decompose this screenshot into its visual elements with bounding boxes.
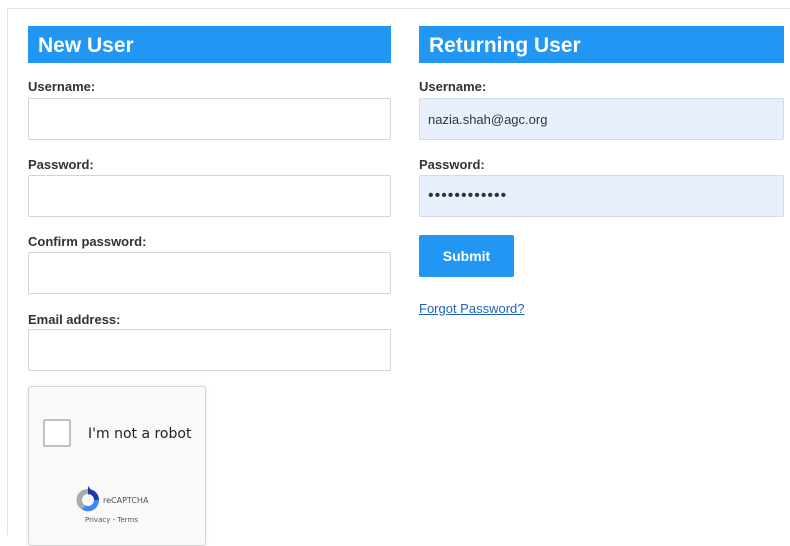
captcha-separator: -	[112, 516, 116, 524]
captcha-label: I'm not a robot	[88, 426, 192, 442]
confirm-password-input[interactable]	[28, 252, 391, 294]
new-username-label: Username:	[28, 79, 96, 94]
returning-user-header: Returning User	[419, 26, 784, 63]
captcha-links: Privacy - Terms	[85, 516, 138, 524]
captcha-checkbox[interactable]	[43, 419, 71, 447]
new-user-panel: New User Username: Password: Confirm pas…	[28, 26, 391, 371]
returning-password-input[interactable]: ••••••••••••	[419, 175, 784, 217]
confirm-password-label: Confirm password:	[28, 234, 147, 249]
captcha-brand: reCAPTCHA	[103, 496, 149, 505]
password-mask: ••••••••••••	[428, 187, 508, 204]
recaptcha-logo-icon	[76, 486, 100, 512]
new-user-header: New User	[28, 26, 391, 63]
email-label: Email address:	[28, 312, 121, 327]
new-username-input[interactable]	[28, 98, 391, 140]
returning-password-label: Password:	[419, 157, 485, 172]
recaptcha-widget: I'm not a robot reCAPTCHA Privacy - Term…	[28, 386, 206, 546]
email-input[interactable]	[28, 329, 391, 371]
forgot-password-link[interactable]: Forgot Password?	[419, 301, 525, 316]
returning-username-input[interactable]	[419, 98, 784, 140]
new-password-input[interactable]	[28, 175, 391, 217]
captcha-privacy-link[interactable]: Privacy	[85, 516, 110, 524]
new-password-label: Password:	[28, 157, 94, 172]
returning-user-panel: Returning User Username: Password: •••••…	[419, 26, 784, 326]
captcha-terms-link[interactable]: Terms	[117, 516, 138, 524]
submit-button[interactable]: Submit	[419, 235, 514, 277]
returning-username-label: Username:	[419, 79, 487, 94]
